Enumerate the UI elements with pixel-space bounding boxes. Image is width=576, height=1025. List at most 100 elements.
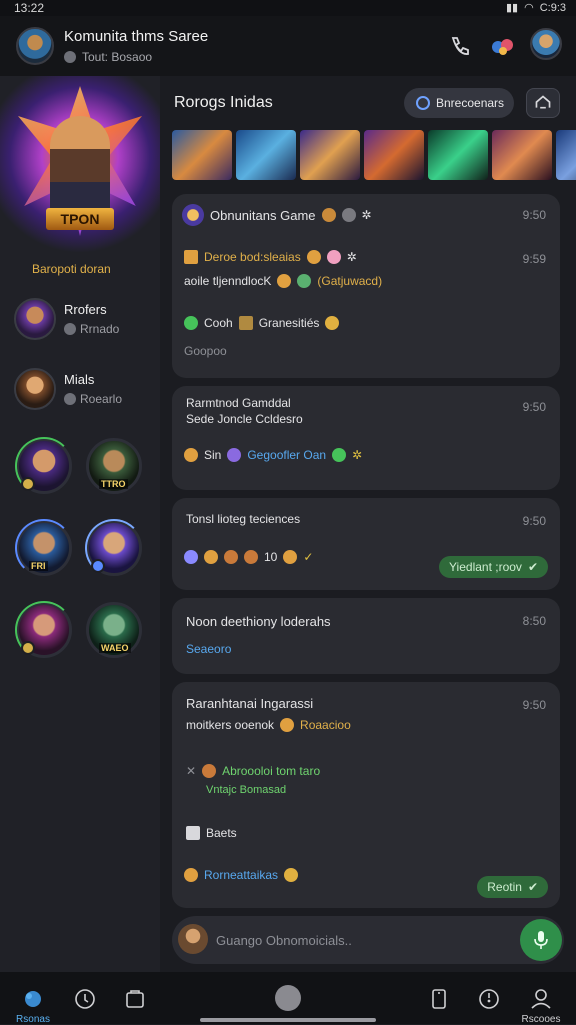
subtitle-text: Tout: Bosaoo <box>82 50 153 64</box>
post-title: Tonsl lioteg teciences <box>186 512 301 526</box>
friends-icon[interactable] <box>490 36 516 58</box>
community-avatar[interactable] <box>16 27 54 65</box>
tab-store[interactable] <box>122 986 148 1012</box>
cookie-icon <box>202 764 217 778</box>
leaf-icon <box>184 316 198 330</box>
sidebar-item-mials[interactable]: Mials Roearlo <box>14 368 154 412</box>
tab-phone[interactable] <box>426 986 452 1012</box>
cookie-icon <box>224 550 238 564</box>
post-header: Obnunitans Game ✲ <box>182 204 372 226</box>
food-icon <box>306 250 321 264</box>
friend-avatar[interactable] <box>15 437 73 495</box>
rank-badge-icon <box>21 641 35 655</box>
tab-discover[interactable] <box>72 986 98 1012</box>
post-text: Cooh <box>204 316 233 330</box>
status-dot-icon <box>64 393 76 405</box>
hero-caption[interactable]: Baropoti doran <box>32 262 111 276</box>
post-card[interactable]: Tonsl lioteg teciences 9:50 10 ✓ Yiedlan… <box>172 498 560 590</box>
sidebar: TPON Baropoti doran Rrofers Rrnado Mials… <box>0 76 160 972</box>
post-line: Deroe bod:sleaias ✲ <box>184 250 357 264</box>
post-card[interactable]: Obnunitans Game ✲ 9:50 Deroe bod:sleaias… <box>172 194 560 378</box>
game-thumbnail[interactable] <box>300 130 360 180</box>
close-icon: ✕ <box>186 764 197 778</box>
post-text: moitkers ooenok <box>186 718 275 732</box>
post-text: Sede Joncle Ccldesro <box>186 412 303 426</box>
sidebar-item-label: Mials <box>64 372 95 387</box>
friend-avatar[interactable]: TTRO <box>86 438 142 494</box>
tab-emotes[interactable] <box>476 986 502 1012</box>
avatar <box>14 368 56 410</box>
wifi-icon: ◠ <box>524 2 534 14</box>
game-thumbnail[interactable] <box>172 130 232 180</box>
share-button[interactable] <box>526 88 560 118</box>
tab-home[interactable]: Rsonas <box>16 986 50 1025</box>
horn-icon <box>325 316 340 330</box>
message-input[interactable] <box>216 922 506 958</box>
fire-icon <box>277 274 292 288</box>
orb-icon <box>184 550 198 564</box>
profile-avatar[interactable] <box>530 28 562 60</box>
flag-icon <box>186 826 200 840</box>
globe-icon <box>416 96 430 110</box>
status-dot-icon <box>64 51 76 63</box>
meta-text: Rrnado <box>80 322 120 336</box>
post-line: Sin Gegoofler Oan ✲ <box>184 448 362 462</box>
status-time: 13:22 <box>14 1 45 15</box>
sprout-icon <box>332 448 347 462</box>
post-time: 8:50 <box>522 614 546 628</box>
post-title: Obnunitans Game <box>210 207 316 223</box>
smile-icon <box>204 550 218 564</box>
post-line: aoile tljenndlocK (Gatjuwacd) <box>184 274 382 288</box>
call-icon[interactable] <box>448 34 472 58</box>
friend-avatar[interactable] <box>85 519 143 577</box>
browse-button[interactable]: Bnrecoenars <box>404 88 514 118</box>
post-footer: Goopoo <box>184 344 227 358</box>
post-text: (Gatjuwacd) <box>317 274 383 288</box>
post-line: Rorneattaikas <box>184 868 299 882</box>
post-card[interactable]: Rarmtnod Gamddal 9:50 Sede Joncle Ccldes… <box>172 386 560 490</box>
page-title: Komunita thms Saree <box>64 28 209 45</box>
record-icon <box>275 985 301 1011</box>
poster-avatar <box>182 204 204 226</box>
post-line: Cooh Granesitiés <box>184 316 340 330</box>
featured-hero-image[interactable]: TPON <box>0 76 160 256</box>
mic-button[interactable] <box>520 919 562 961</box>
sparkle-icon: ✲ <box>346 250 357 264</box>
reaction-pill[interactable]: Reotin ✔ <box>477 876 548 898</box>
post-card[interactable]: Noon deethiony loderahs 8:50 Seaeoro <box>172 598 560 674</box>
tab-profile[interactable]: Rscooes <box>522 986 560 1025</box>
mic-icon <box>534 931 548 949</box>
post-time: 9:50 <box>522 514 546 528</box>
post-title: Noon deethiony loderahs <box>186 614 331 629</box>
post-text: Roaacioo <box>300 718 351 732</box>
box-icon <box>184 250 198 264</box>
game-thumbnail[interactable] <box>492 130 552 180</box>
rank-tag: TTRO <box>99 479 128 489</box>
fire-icon <box>280 718 295 732</box>
post-text: Rorneattaikas <box>204 868 279 882</box>
status-dot-icon <box>64 323 76 335</box>
game-thumbnail[interactable] <box>364 130 424 180</box>
rank-tag: WAEO <box>99 643 131 653</box>
app-header: Komunita thms Saree Tout: Bosaoo <box>0 16 576 76</box>
sidebar-item-friends[interactable]: Rrofers Rrnado <box>14 298 154 342</box>
post-time: 9:50 <box>522 698 546 712</box>
game-thumbnail[interactable] <box>236 130 296 180</box>
post-text: Abroooloi tom taro <box>222 764 321 778</box>
home-icon <box>25 991 41 1007</box>
cookie-icon <box>321 208 336 222</box>
sparkle-icon: ✲ <box>361 208 372 222</box>
friend-avatar[interactable]: WAEO <box>86 602 142 658</box>
post-title: Raranhtanai Ingarassi <box>186 696 314 711</box>
check-icon: ✔ <box>527 880 538 894</box>
pill-label: Yiedlant ;roov <box>449 560 522 574</box>
post-link[interactable]: Seaeoro <box>186 642 231 656</box>
game-thumbnail[interactable] <box>556 130 576 180</box>
post-card[interactable]: Raranhtanai Ingarassi 9:50 moitkers ooen… <box>172 682 560 908</box>
friend-avatar[interactable] <box>15 601 73 659</box>
status-bar: 13:22 ▮▮ ◠ C:9:3 <box>0 0 576 16</box>
verified-pill[interactable]: Yiedlant ;roov ✔ <box>439 556 548 578</box>
game-thumbnail[interactable] <box>428 130 488 180</box>
tab-center[interactable] <box>274 984 302 1012</box>
friend-avatar[interactable]: FRI <box>15 519 73 577</box>
